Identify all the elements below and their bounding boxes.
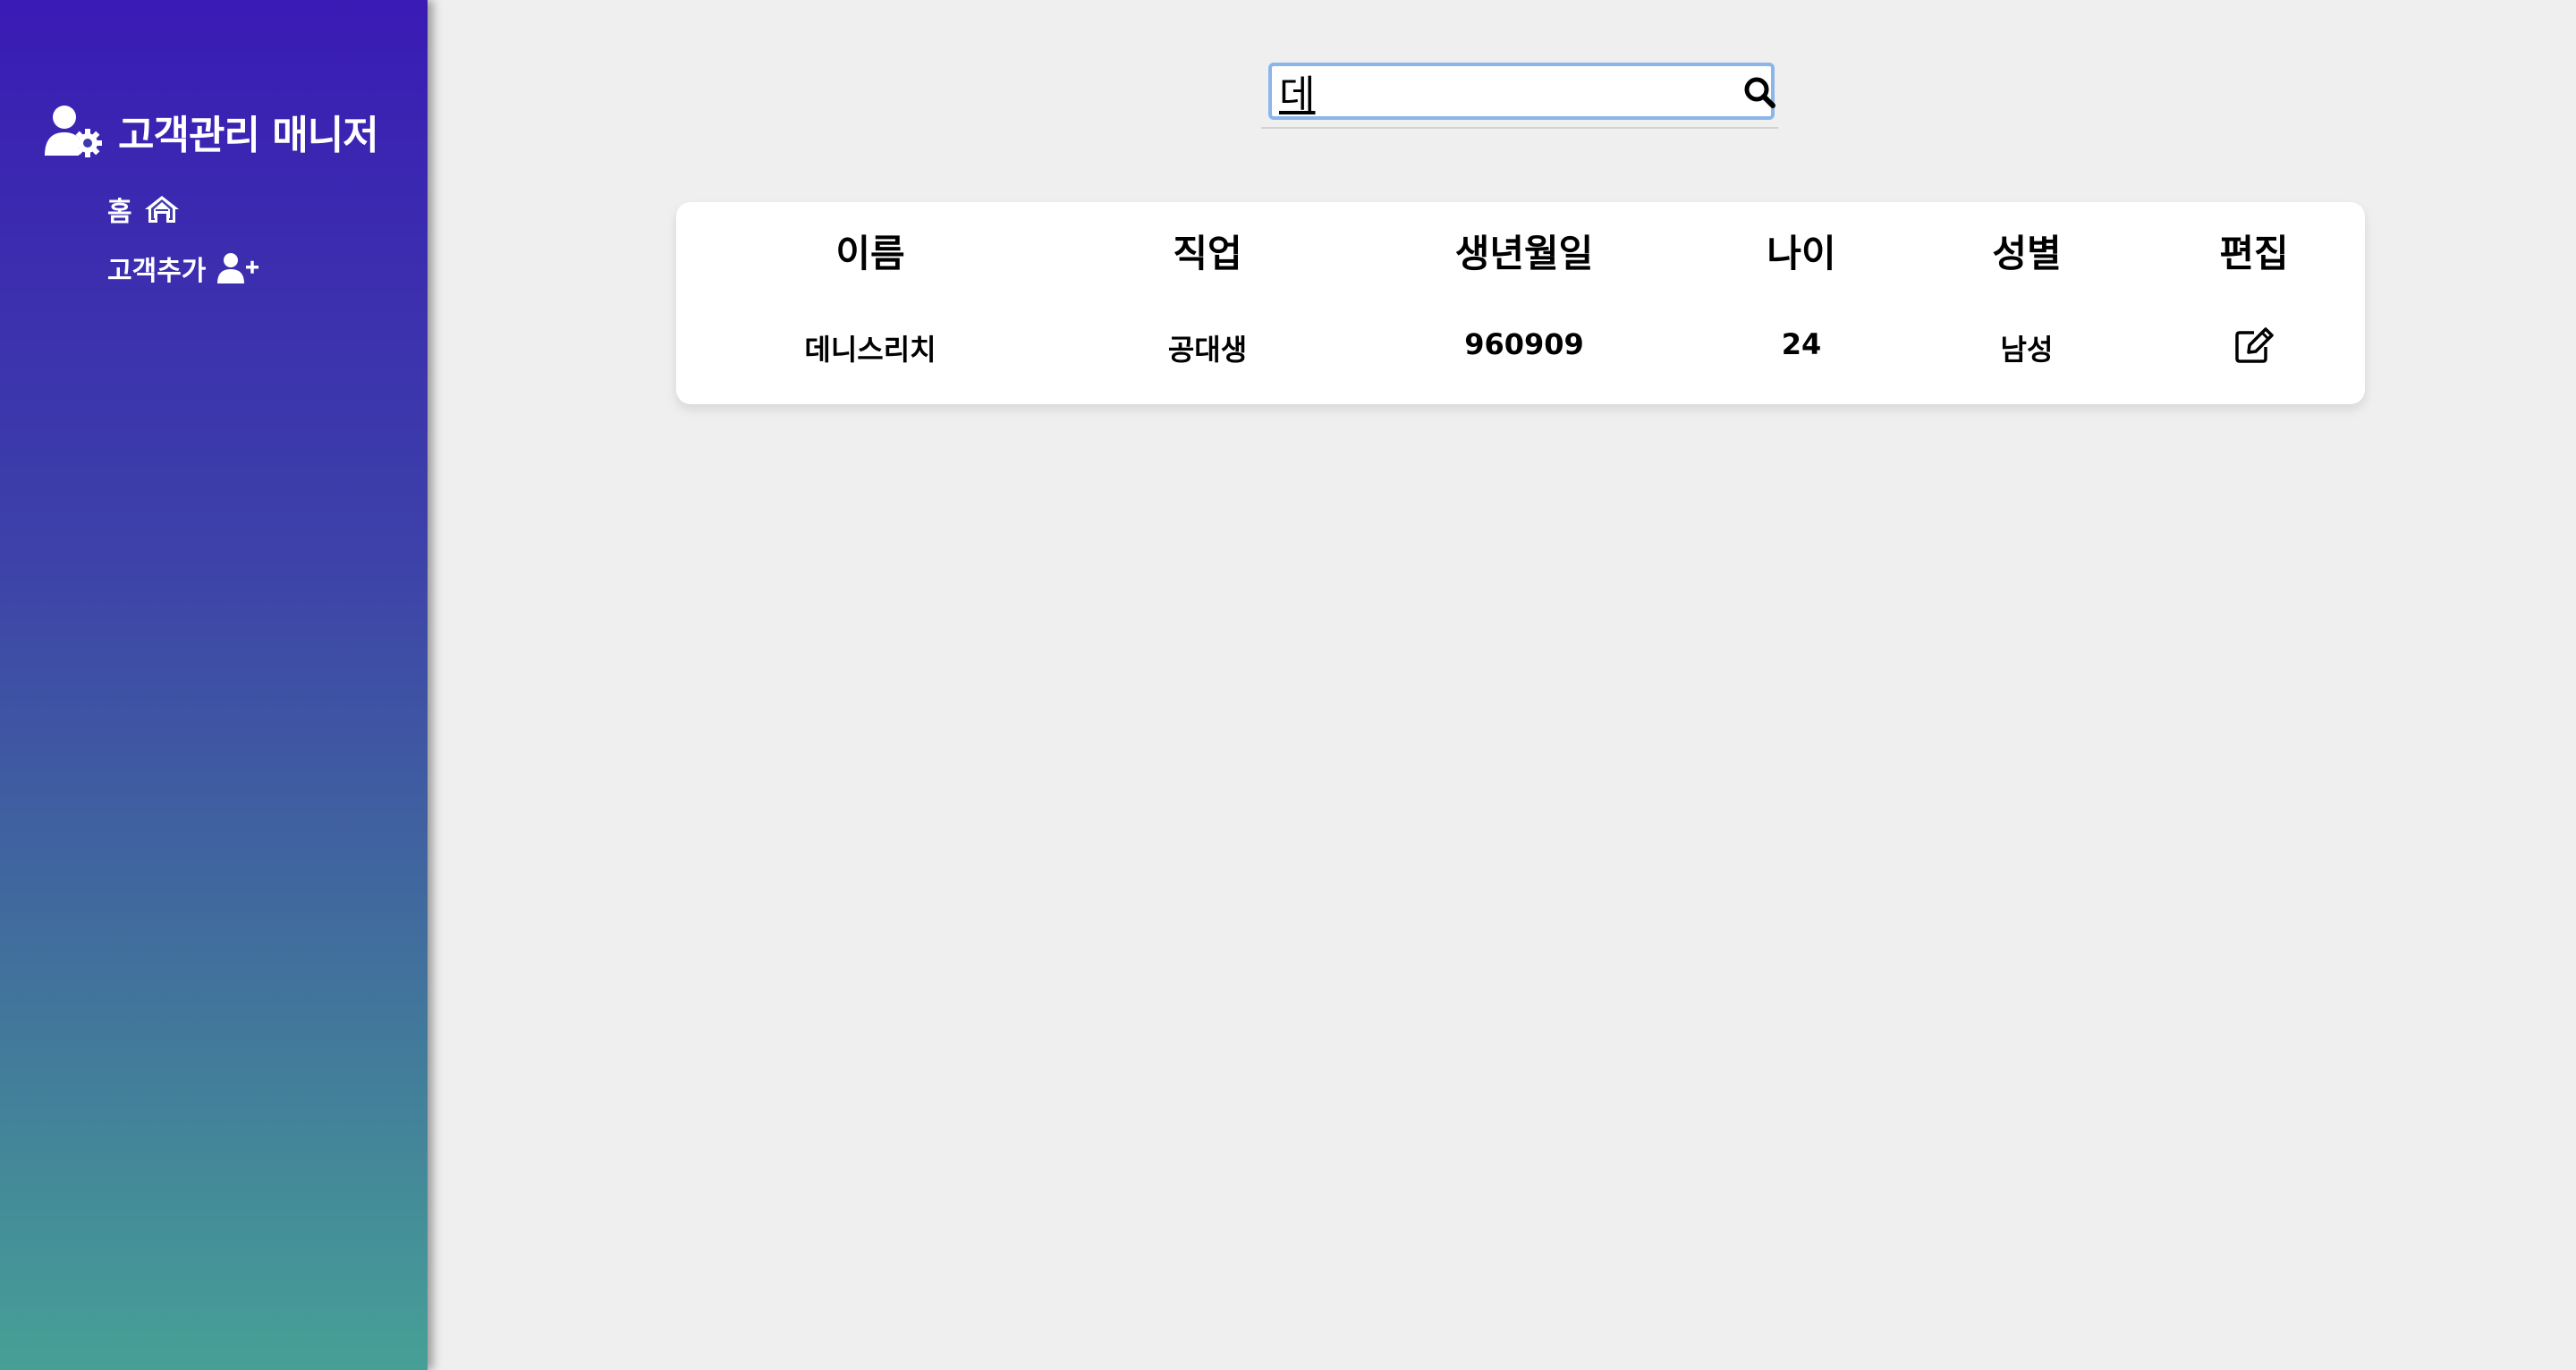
search-icon[interactable] [1742, 75, 1776, 109]
column-header-birth: 생년월일 [1454, 232, 1594, 275]
cell-name: 데니스리치 [804, 333, 936, 367]
home-icon [144, 196, 179, 223]
user-plus-icon [217, 253, 259, 283]
customer-table: 이름 직업 생년월일 나이 성별 편집 데니스리치 공대생 960909 24 … [676, 202, 2365, 404]
cell-birth: 960909 [1464, 327, 1584, 361]
column-header-age: 나이 [1767, 232, 1836, 275]
sidebar-item-label: 홈 [107, 197, 132, 228]
column-header-edit: 편집 [2219, 232, 2289, 275]
column-header-gender: 성별 [1992, 232, 2062, 275]
user-gear-icon [45, 106, 102, 157]
cell-job: 공대생 [1167, 333, 1248, 367]
edit-icon[interactable] [2234, 327, 2274, 363]
column-header-job: 직업 [1173, 232, 1242, 275]
app-title: 고객관리 매니저 [118, 113, 379, 158]
cell-age: 24 [1781, 327, 1822, 361]
sidebar: 고객관리 매니저 홈 고객추가 [0, 0, 428, 1370]
search-input[interactable] [1268, 63, 1775, 120]
sidebar-item-label: 고객추가 [107, 256, 207, 287]
brand[interactable]: 고객관리 매니저 [45, 103, 379, 160]
sidebar-item-add-customer[interactable]: 고객추가 [107, 245, 259, 292]
search-bar [1261, 59, 1778, 129]
column-header-name: 이름 [835, 232, 905, 275]
sidebar-item-home[interactable]: 홈 [107, 186, 259, 233]
cell-gender: 남성 [2000, 333, 2054, 367]
sidebar-nav: 홈 고객추가 [107, 186, 259, 304]
